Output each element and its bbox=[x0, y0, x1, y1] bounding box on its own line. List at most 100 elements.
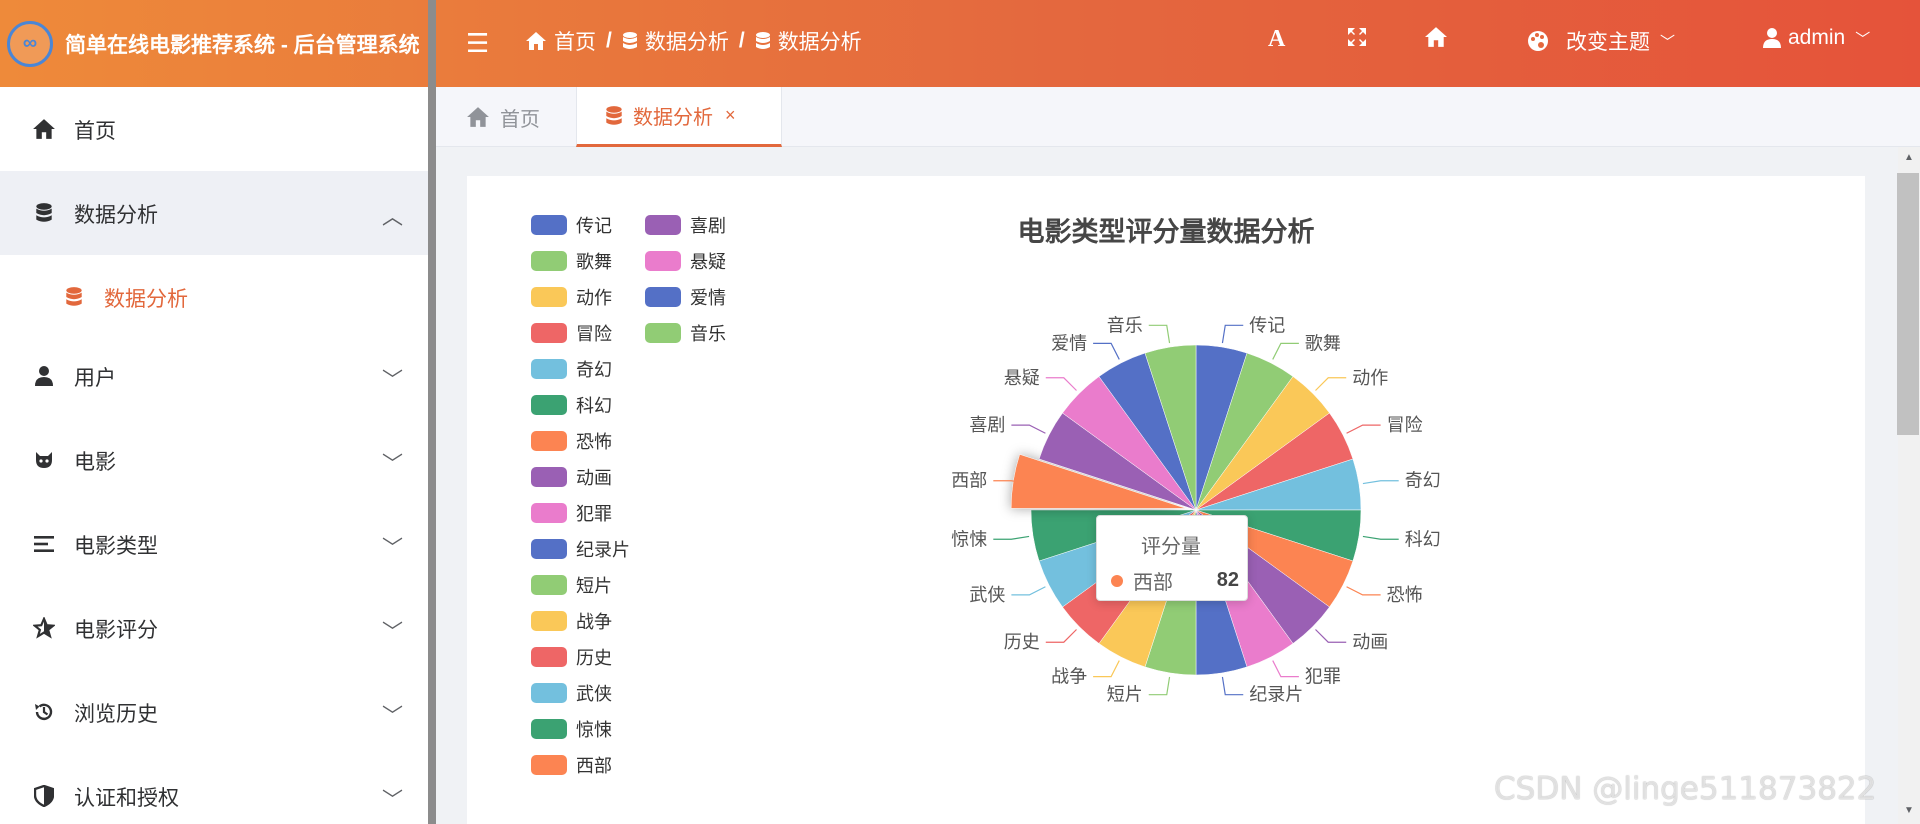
sidebar-item-label: 数据分析 bbox=[104, 288, 188, 311]
pie-label-line bbox=[1045, 377, 1077, 391]
sidebar-item-label: 电影评分 bbox=[74, 619, 158, 642]
chevron-down-icon: ﹀ bbox=[382, 453, 403, 476]
pie-label: 历史 bbox=[1004, 632, 1040, 652]
pie-label-line bbox=[1011, 586, 1046, 596]
chart-tooltip: 评分量 西部 82 bbox=[1096, 515, 1248, 601]
theme-label: 改变主题 bbox=[1566, 31, 1650, 54]
sidebar-item-auth[interactable]: 认证和授权 ﹀ bbox=[0, 754, 428, 824]
pie-label: 西部 bbox=[951, 471, 987, 491]
tab-data-analysis[interactable]: 数据分析 × bbox=[576, 87, 782, 147]
tooltip-row: 西部 82 bbox=[1111, 566, 1239, 595]
database-icon bbox=[62, 285, 86, 309]
history-icon bbox=[32, 700, 56, 724]
sidebar-item-home[interactable]: 首页 bbox=[0, 87, 428, 171]
pie-label: 爱情 bbox=[1051, 333, 1087, 353]
logo-glyph: ∞ bbox=[22, 32, 38, 54]
chevron-down-icon: ﹀ bbox=[1855, 30, 1871, 48]
pie-label: 惊悚 bbox=[951, 529, 987, 549]
chevron-down-icon: ﹀ bbox=[382, 621, 403, 644]
sidebar-item-movie-types[interactable]: 电影类型 ﹀ bbox=[0, 502, 428, 586]
sidebar-item-movies[interactable]: 电影 ﹀ bbox=[0, 418, 428, 502]
breadcrumb-current: 数据分析 bbox=[755, 26, 862, 56]
tab-home[interactable]: 首页 bbox=[436, 87, 576, 147]
chevron-down-icon: ﹀ bbox=[382, 369, 403, 392]
pie-label-line bbox=[1346, 586, 1381, 596]
pie-label-line bbox=[993, 535, 1030, 540]
theme-switcher[interactable]: 改变主题 ﹀ bbox=[1526, 26, 1675, 56]
username: admin bbox=[1788, 26, 1846, 49]
chevron-down-icon: ﹀ bbox=[382, 789, 403, 812]
sidebar-subitem-data-analysis[interactable]: 数据分析 bbox=[0, 255, 428, 339]
database-icon bbox=[755, 31, 771, 51]
tab-bar: 首页 数据分析 × bbox=[436, 87, 1920, 147]
app-title: 简单在线电影推荐系统 - 后台管理系统 bbox=[65, 33, 420, 57]
pie-label: 动画 bbox=[1352, 632, 1388, 652]
home-icon bbox=[525, 31, 547, 51]
sidebar-item-label: 用户 bbox=[74, 367, 116, 390]
pie-label-line bbox=[1362, 480, 1399, 485]
sidebar-item-label: 数据分析 bbox=[74, 204, 158, 227]
chevron-down-icon: ﹀ bbox=[1660, 33, 1676, 51]
list-icon bbox=[32, 532, 56, 556]
shield-icon bbox=[32, 784, 56, 808]
scroll-up-icon[interactable]: ▲ bbox=[1904, 152, 1914, 163]
pie-label: 短片 bbox=[1107, 685, 1143, 705]
sidebar-item-label: 电影类型 bbox=[74, 535, 158, 558]
pie-label: 奇幻 bbox=[1405, 471, 1441, 491]
menu-toggle-icon[interactable]: ☰ bbox=[466, 28, 489, 58]
breadcrumb-label: 数据分析 bbox=[644, 31, 729, 54]
sidebar-item-label: 首页 bbox=[74, 120, 116, 143]
breadcrumb: 首页 / 数据分析 / 数据分析 bbox=[525, 26, 862, 56]
tooltip-marker bbox=[1111, 574, 1123, 587]
chart-card: 电影类型评分量数据分析 传记 歌舞 动作 冒险 奇幻 科幻 恐怖 动画 犯罪 纪录片 短片 战争 历史武… bbox=[467, 176, 1865, 824]
fullscreen-icon[interactable] bbox=[1346, 26, 1368, 48]
tab-label: 数据分析 bbox=[633, 107, 713, 129]
scroll-down-icon[interactable]: ▼ bbox=[1904, 805, 1914, 816]
breadcrumb-analysis[interactable]: 数据分析 bbox=[622, 26, 729, 56]
breadcrumb-label: 数据分析 bbox=[777, 31, 862, 54]
sidebar-item-movie-ratings[interactable]: 电影评分 ﹀ bbox=[0, 586, 428, 670]
pie-label: 悬疑 bbox=[1004, 368, 1040, 388]
watermark: CSDN @linge511873822 bbox=[1494, 771, 1877, 807]
sidebar-item-browse-history[interactable]: 浏览历史 ﹀ bbox=[0, 670, 428, 754]
user-icon bbox=[32, 364, 56, 388]
sidebar-item-label: 电影 bbox=[74, 451, 116, 474]
sidebar-item-data-analysis[interactable]: 数据分析 ︿ bbox=[0, 171, 428, 255]
pie-label: 科幻 bbox=[1405, 529, 1441, 549]
brand: ∞ 简单在线电影推荐系统 - 后台管理系统 bbox=[0, 0, 432, 87]
pie-label: 音乐 bbox=[1107, 315, 1143, 335]
sidebar-item-label: 认证和授权 bbox=[74, 787, 179, 810]
pie-label: 纪录片 bbox=[1249, 685, 1303, 705]
pie-label: 战争 bbox=[1051, 667, 1087, 687]
chevron-up-icon: ︿ bbox=[382, 206, 403, 229]
tooltip-value: 82 bbox=[1216, 569, 1239, 591]
close-icon[interactable]: × bbox=[725, 105, 736, 126]
database-icon bbox=[622, 31, 638, 51]
pie-label-line bbox=[1093, 660, 1120, 678]
pie-label-line bbox=[1221, 324, 1244, 344]
palette-icon bbox=[1526, 29, 1550, 53]
github-icon bbox=[32, 448, 56, 472]
database-icon bbox=[605, 105, 623, 127]
sidebar-item-users[interactable]: 用户 ﹀ bbox=[0, 334, 428, 418]
user-dropdown[interactable]: admin ﹀ bbox=[1762, 26, 1870, 50]
pie-chart: 传记歌舞动作冒险奇幻科幻恐怖动画犯罪纪录片短片战争历史武侠惊悚西部喜剧悬疑爱情音… bbox=[951, 315, 1441, 705]
pie-label: 武侠 bbox=[969, 585, 1005, 605]
pie-label-line bbox=[1315, 377, 1347, 391]
pie-label-line bbox=[1362, 535, 1399, 540]
home-button[interactable] bbox=[1423, 26, 1449, 54]
pie-label-line bbox=[1093, 342, 1120, 360]
breadcrumb-home[interactable]: 首页 bbox=[525, 26, 596, 56]
content-scrollbar-thumb[interactable] bbox=[1897, 173, 1919, 435]
pie-label-line bbox=[1011, 424, 1046, 434]
tooltip-title: 评分量 bbox=[1141, 536, 1201, 558]
sidebar-scrollbar[interactable] bbox=[428, 0, 436, 824]
font-size-button[interactable]: A bbox=[1268, 26, 1285, 53]
user-icon bbox=[1762, 27, 1782, 49]
breadcrumb-separator: / bbox=[606, 29, 612, 52]
pie-label: 动作 bbox=[1352, 368, 1388, 388]
pie-label-line bbox=[1045, 629, 1077, 643]
top-header: ∞ 简单在线电影推荐系统 - 后台管理系统 ☰ 首页 / 数据分析 / 数据分析… bbox=[0, 0, 1920, 87]
chevron-down-icon: ﹀ bbox=[382, 705, 403, 728]
sidebar-item-label: 浏览历史 bbox=[74, 703, 158, 726]
